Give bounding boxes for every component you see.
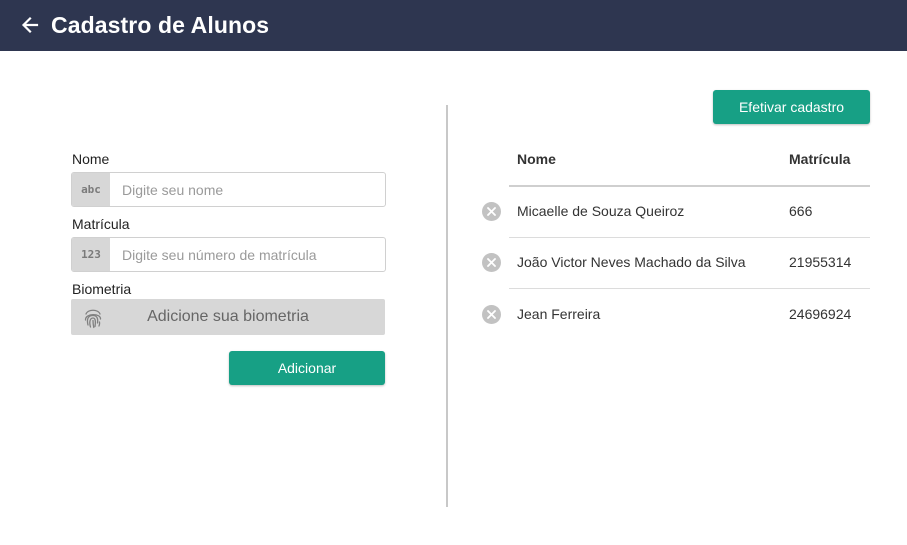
name-input[interactable]	[110, 173, 380, 206]
name-label: Nome	[72, 151, 110, 167]
row-matricula: 21955314	[789, 254, 852, 270]
row-divider	[509, 237, 870, 238]
text-type-icon: abc	[72, 173, 110, 206]
back-button[interactable]	[18, 13, 42, 37]
remove-circle-icon	[487, 207, 496, 216]
submit-registration-button[interactable]: Efetivar cadastro	[713, 90, 870, 124]
row-name: Micaelle de Souza Queiroz	[517, 203, 685, 219]
matricula-field-group: 123	[71, 237, 386, 272]
remove-circle-icon	[487, 258, 496, 267]
remove-circle-icon	[487, 310, 496, 319]
remove-row-button[interactable]	[482, 202, 501, 221]
arrow-left-icon	[21, 16, 39, 34]
matricula-label: Matrícula	[72, 216, 130, 232]
row-name: João Victor Neves Machado da Silva	[517, 254, 746, 270]
vertical-divider	[446, 105, 448, 507]
column-header-matricula: Matrícula	[789, 151, 851, 167]
add-biometry-button[interactable]: Adicione sua biometria	[71, 299, 385, 335]
name-field-group: abc	[71, 172, 386, 207]
row-matricula: 24696924	[789, 306, 852, 322]
row-name: Jean Ferreira	[517, 306, 601, 322]
remove-row-button[interactable]	[482, 305, 501, 324]
number-type-icon: 123	[72, 238, 110, 271]
header-divider	[509, 185, 870, 187]
matricula-input[interactable]	[110, 238, 380, 271]
column-header-nome: Nome	[517, 151, 556, 167]
add-button[interactable]: Adicionar	[229, 351, 385, 385]
page-title: Cadastro de Alunos	[51, 12, 270, 38]
remove-row-button[interactable]	[482, 253, 501, 272]
row-divider	[509, 288, 870, 289]
biometria-label: Biometria	[72, 281, 132, 297]
row-matricula: 666	[789, 203, 813, 219]
biometry-button-label: Adicione sua biometria	[147, 308, 309, 325]
app-header: Cadastro de Alunos	[0, 0, 907, 51]
